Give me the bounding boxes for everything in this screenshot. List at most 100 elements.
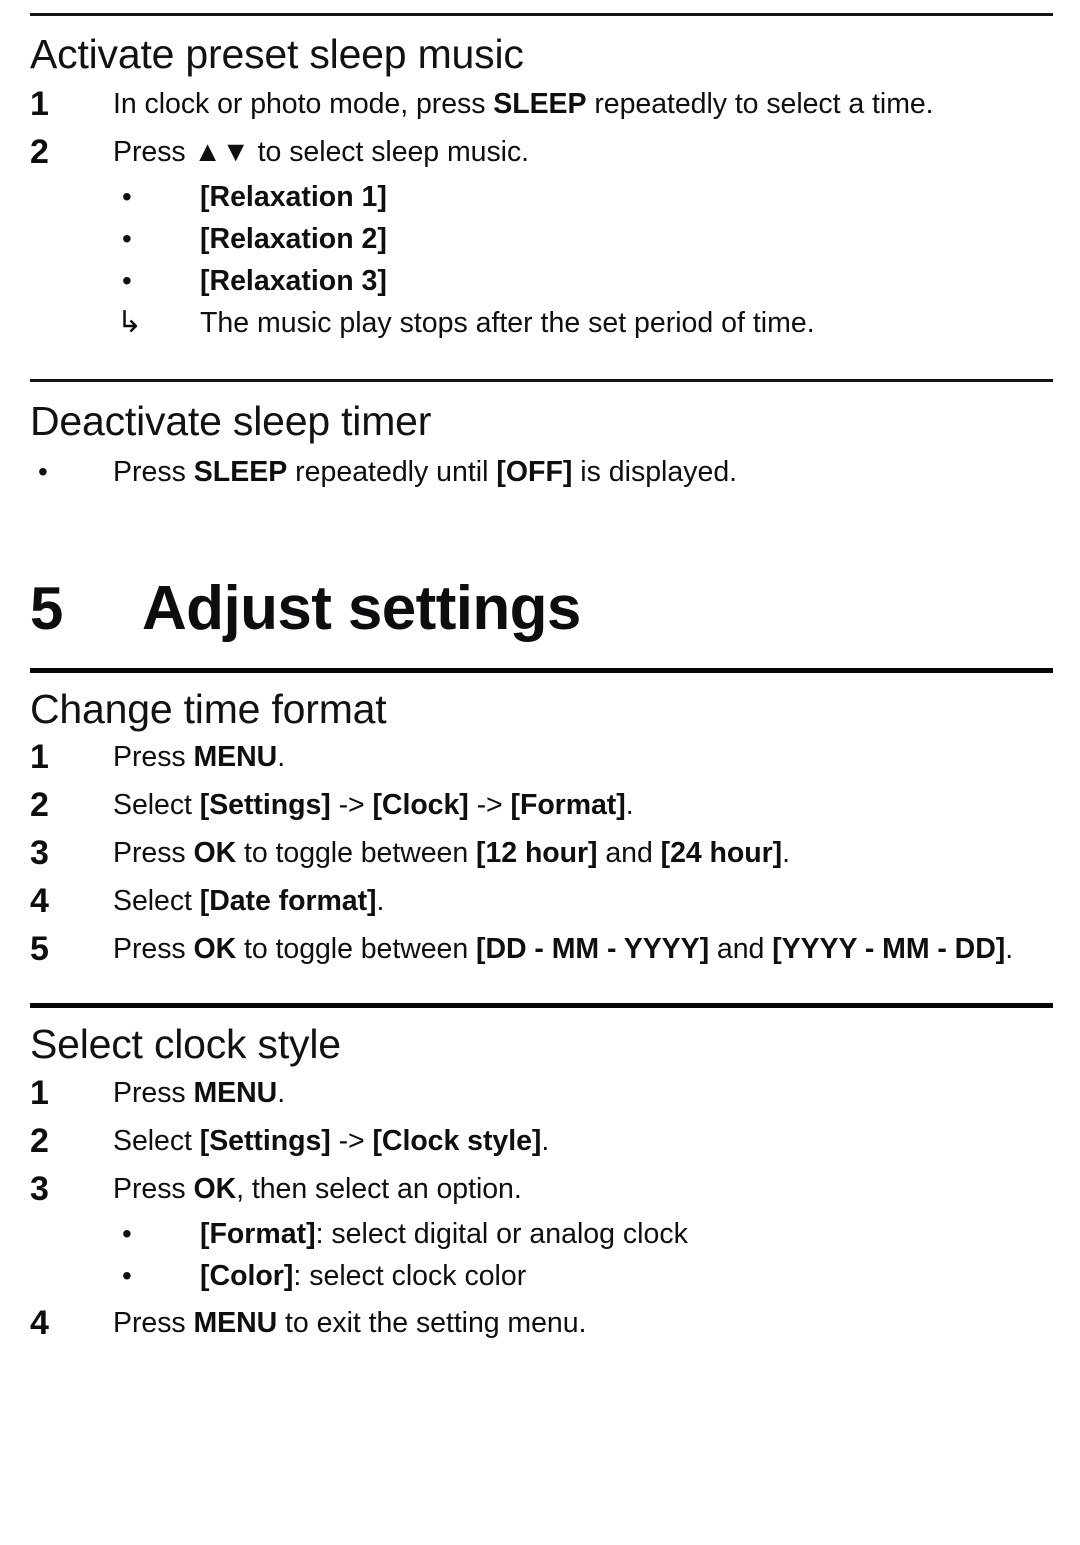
step-item: 3 Press OK to toggle between [12 hour] a… xyxy=(30,829,1053,877)
body-text: Select xyxy=(113,789,200,822)
body-text: Press xyxy=(113,136,194,169)
list-item: • Press SLEEP repeatedly until [OFF] is … xyxy=(30,451,1053,493)
step-number: 4 xyxy=(30,882,49,921)
list-item: • [Format]: select digital or analog clo… xyxy=(30,1213,1053,1255)
emphasis-text: [24 hour] xyxy=(660,837,783,870)
body-text: to select sleep music. xyxy=(249,136,530,169)
body-text: and xyxy=(709,933,773,966)
step-number: 3 xyxy=(30,1169,49,1208)
list-item: • [Relaxation 3] xyxy=(30,260,1053,302)
section-divider xyxy=(30,667,1053,673)
bullet-icon: • xyxy=(122,223,132,255)
result-note: ↳ The music play stops after the set per… xyxy=(30,302,1053,344)
emphasis-text: [Settings] xyxy=(199,1124,331,1157)
body-text: repeatedly to select a time. xyxy=(586,88,934,121)
step-number: 2 xyxy=(30,133,49,172)
body-text: . xyxy=(1005,933,1014,966)
bullet-icon: • xyxy=(122,1217,132,1249)
body-text: repeatedly until xyxy=(287,455,497,488)
bullet-icon: • xyxy=(122,265,132,297)
body-text: . xyxy=(782,837,790,870)
body-text: is displayed. xyxy=(572,455,738,488)
step-item: 4 Select [Date format]. xyxy=(30,877,1053,925)
step-number: 3 xyxy=(30,834,49,873)
body-text: : select digital or analog clock xyxy=(315,1217,688,1250)
section-heading-activate-preset-sleep-music: Activate preset sleep music xyxy=(30,31,524,77)
body-text: Select xyxy=(113,1124,200,1157)
step-item: 1 Press MENU. xyxy=(30,733,1053,781)
step-text: Press MENU to exit the setting menu. xyxy=(113,1299,1053,1347)
result-arrow-icon: ↳ xyxy=(117,306,143,340)
body-text: Press xyxy=(113,1172,194,1205)
emphasis-text: [YYYY - MM - DD] xyxy=(772,933,1006,966)
step-item: 1 Press MENU. xyxy=(30,1069,1053,1117)
list-item: • [Relaxation 1] xyxy=(30,176,1053,218)
body-text: . xyxy=(376,885,385,918)
emphasis-text: [OFF] xyxy=(496,455,573,488)
section-heading-change-time-format: Change time format xyxy=(30,685,387,732)
emphasis-text: [Format] xyxy=(200,1217,316,1250)
list-item-label: [Relaxation 3] xyxy=(200,260,1053,302)
body-text: to exit the setting menu. xyxy=(277,1306,587,1339)
body-text: -> xyxy=(468,789,511,822)
body-text: , then select an option. xyxy=(236,1172,522,1205)
bullet-icon: • xyxy=(38,455,48,487)
step-text: Press MENU. xyxy=(113,1069,1053,1117)
body-text: The music play stops after the set perio… xyxy=(200,307,815,340)
list-item: • [Color]: select clock color xyxy=(30,1255,1053,1297)
emphasis-text: [Format] xyxy=(510,789,626,822)
emphasis-text: OK xyxy=(193,837,237,870)
step-item: 4 Press MENU to exit the setting menu. xyxy=(30,1299,1053,1347)
bullet-icon: • xyxy=(122,1259,132,1291)
step-text: Select [Settings] -> [Clock] -> [Format]… xyxy=(113,781,1053,829)
body-text: : select clock color xyxy=(293,1259,527,1292)
emphasis-text: MENU xyxy=(193,1076,278,1109)
emphasis-text: SLEEP xyxy=(193,455,288,488)
step-item: 2 Press ▲▼ to select sleep music. xyxy=(30,128,1053,176)
result-note-label: The music play stops after the set perio… xyxy=(200,302,1053,344)
emphasis-text: [Clock] xyxy=(372,789,469,822)
manual-page: Activate preset sleep music 1 In clock o… xyxy=(0,13,1080,1545)
step-number: 1 xyxy=(30,1073,49,1112)
step-text: Press ▲▼ to select sleep music. xyxy=(113,128,1053,176)
step-text: Press OK to toggle between [DD - MM - YY… xyxy=(113,925,1018,973)
body-text: Press xyxy=(113,1306,194,1339)
body-text: Press xyxy=(113,837,194,870)
emphasis-text: [Date format] xyxy=(199,885,377,918)
step-item: 3 Press OK, then select an option. xyxy=(30,1165,1053,1213)
emphasis-text: MENU xyxy=(193,741,278,774)
step-item: 2 Select [Settings] -> [Clock] -> [Forma… xyxy=(30,781,1053,829)
chapter-number: 5 xyxy=(30,574,64,642)
body-text: Press xyxy=(113,1076,194,1109)
body-text: Press xyxy=(113,455,194,488)
step-text: In clock or photo mode, press SLEEP repe… xyxy=(113,80,1053,128)
chapter-title: Adjust settings xyxy=(142,573,581,643)
emphasis-text: [Clock style] xyxy=(372,1124,542,1157)
body-text: Press xyxy=(113,933,194,966)
section-divider xyxy=(30,13,1053,16)
step-number: 5 xyxy=(30,930,49,969)
chapter-title-block: 5 Adjust settings xyxy=(30,573,1053,643)
step-item: 2 Select [Settings] -> [Clock style]. xyxy=(30,1117,1053,1165)
step-text: Press OK, then select an option. xyxy=(113,1165,1053,1213)
list-item-label: [Relaxation 1] xyxy=(200,176,1053,218)
step-text: Press OK to toggle between [12 hour] and… xyxy=(113,829,1053,877)
step-text: Select [Settings] -> [Clock style]. xyxy=(113,1117,1053,1165)
emphasis-text: [Relaxation 3] xyxy=(200,265,387,298)
section-heading-select-clock-style: Select clock style xyxy=(30,1021,341,1068)
step-item: 5 Press OK to toggle between [DD - MM - … xyxy=(30,925,1053,973)
section-divider xyxy=(30,1003,1053,1009)
section-divider xyxy=(30,379,1053,383)
step-number: 1 xyxy=(30,738,49,777)
step-text: Select [Date format]. xyxy=(113,877,1053,925)
emphasis-text: [Color] xyxy=(200,1259,294,1292)
body-text: -> xyxy=(330,1124,373,1157)
emphasis-text: SLEEP xyxy=(493,88,587,121)
body-text: Press xyxy=(113,741,194,774)
body-text: to toggle between xyxy=(236,837,477,870)
list-item-label: Press SLEEP repeatedly until [OFF] is di… xyxy=(113,451,1053,493)
emphasis-text: [DD - MM - YYYY] xyxy=(476,933,710,966)
body-text: . xyxy=(541,1124,550,1157)
step-number: 1 xyxy=(30,85,49,124)
body-text: Select xyxy=(113,885,200,918)
